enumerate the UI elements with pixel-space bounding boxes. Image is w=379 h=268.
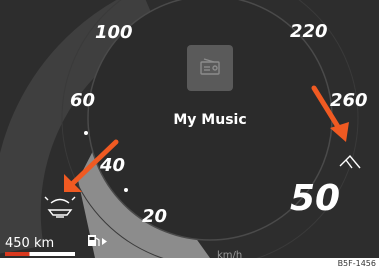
cluster-stage: 100 220 60 260 40 20 My Music 50 km/h 45…: [0, 0, 379, 268]
figure-overlay: B5F-1456: [338, 259, 376, 268]
figure-code: B5F-1456: [338, 259, 376, 268]
